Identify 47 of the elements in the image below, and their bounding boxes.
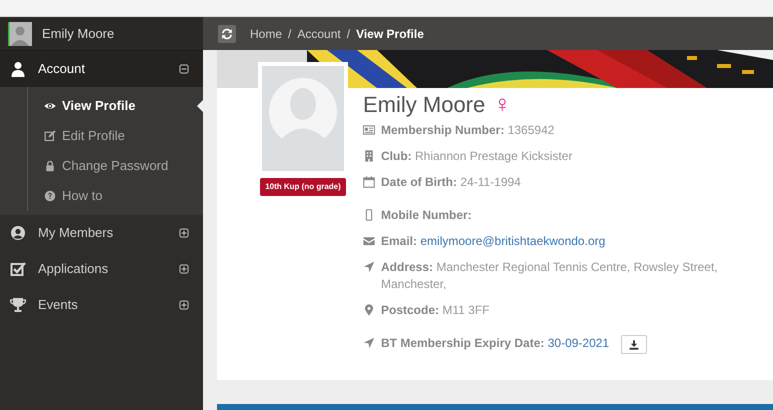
field-link[interactable]: 30-09-2021 (548, 336, 610, 350)
breadcrumb-item: View Profile (356, 26, 424, 42)
lock-icon (44, 160, 56, 172)
download-icon (629, 340, 640, 350)
edit-icon (44, 130, 56, 142)
location-arrow-icon (363, 261, 375, 273)
submenu-item[interactable]: Change Password (62, 156, 168, 176)
menu-item[interactable]: My Members (38, 223, 179, 243)
map-pin-icon (363, 304, 375, 316)
field-link[interactable]: emilymoore@britishtaekwondo.org (420, 234, 606, 248)
gender-symbol: ♀ (493, 90, 512, 120)
building-icon (363, 150, 375, 162)
breadcrumb-separator: / (346, 26, 350, 42)
user-avatar (8, 22, 32, 46)
field-text: Club: Rhiannon Prestage Kicksister (381, 148, 572, 165)
breadcrumb-item[interactable]: Home (250, 24, 282, 42)
field-text: Date of Birth: 24-11-1994 (381, 174, 521, 191)
profile-name: Emily Moore (363, 91, 486, 119)
question-icon (44, 190, 56, 202)
submenu-item[interactable]: Edit Profile (62, 126, 125, 146)
menu-item[interactable]: Events (38, 295, 179, 315)
user-icon (10, 61, 26, 77)
field-text: Email: emilymoore@britishtaekwondo.org (381, 233, 606, 250)
download-button[interactable] (621, 335, 648, 354)
field-text: Membership Number: 1365942 (381, 122, 554, 139)
breadcrumb-separator: / (288, 26, 292, 42)
refresh-icon (221, 28, 233, 40)
field-text: Postcode: M11 3FF (381, 302, 490, 319)
field-text: BT Membership Expiry Date: 30-09-2021 (381, 335, 610, 352)
active-pointer-icon (197, 100, 203, 112)
field-text: Mobile Number: (381, 207, 472, 224)
location-arrow-icon (363, 337, 375, 349)
user-name: Emily Moore (42, 24, 114, 43)
envelope-icon (363, 235, 375, 247)
mobile-icon (363, 209, 375, 221)
refresh-button[interactable] (218, 24, 236, 42)
field-text: Address: Manchester Regional Tennis Centre, Rowsley Street, Manchester, (381, 259, 719, 293)
calendar-icon (363, 176, 375, 188)
checkbox-icon (10, 261, 26, 277)
user-circle-icon (10, 225, 26, 241)
menu-item[interactable]: Applications (38, 259, 179, 279)
id-card-icon (363, 124, 375, 136)
grade-badge: 10th Kup (no grade) (260, 178, 346, 196)
breadcrumb-item[interactable]: Account (297, 24, 341, 42)
submenu-item[interactable]: How to (62, 186, 102, 206)
submenu-item[interactable]: View Profile (62, 96, 136, 116)
trophy-icon (10, 297, 26, 313)
